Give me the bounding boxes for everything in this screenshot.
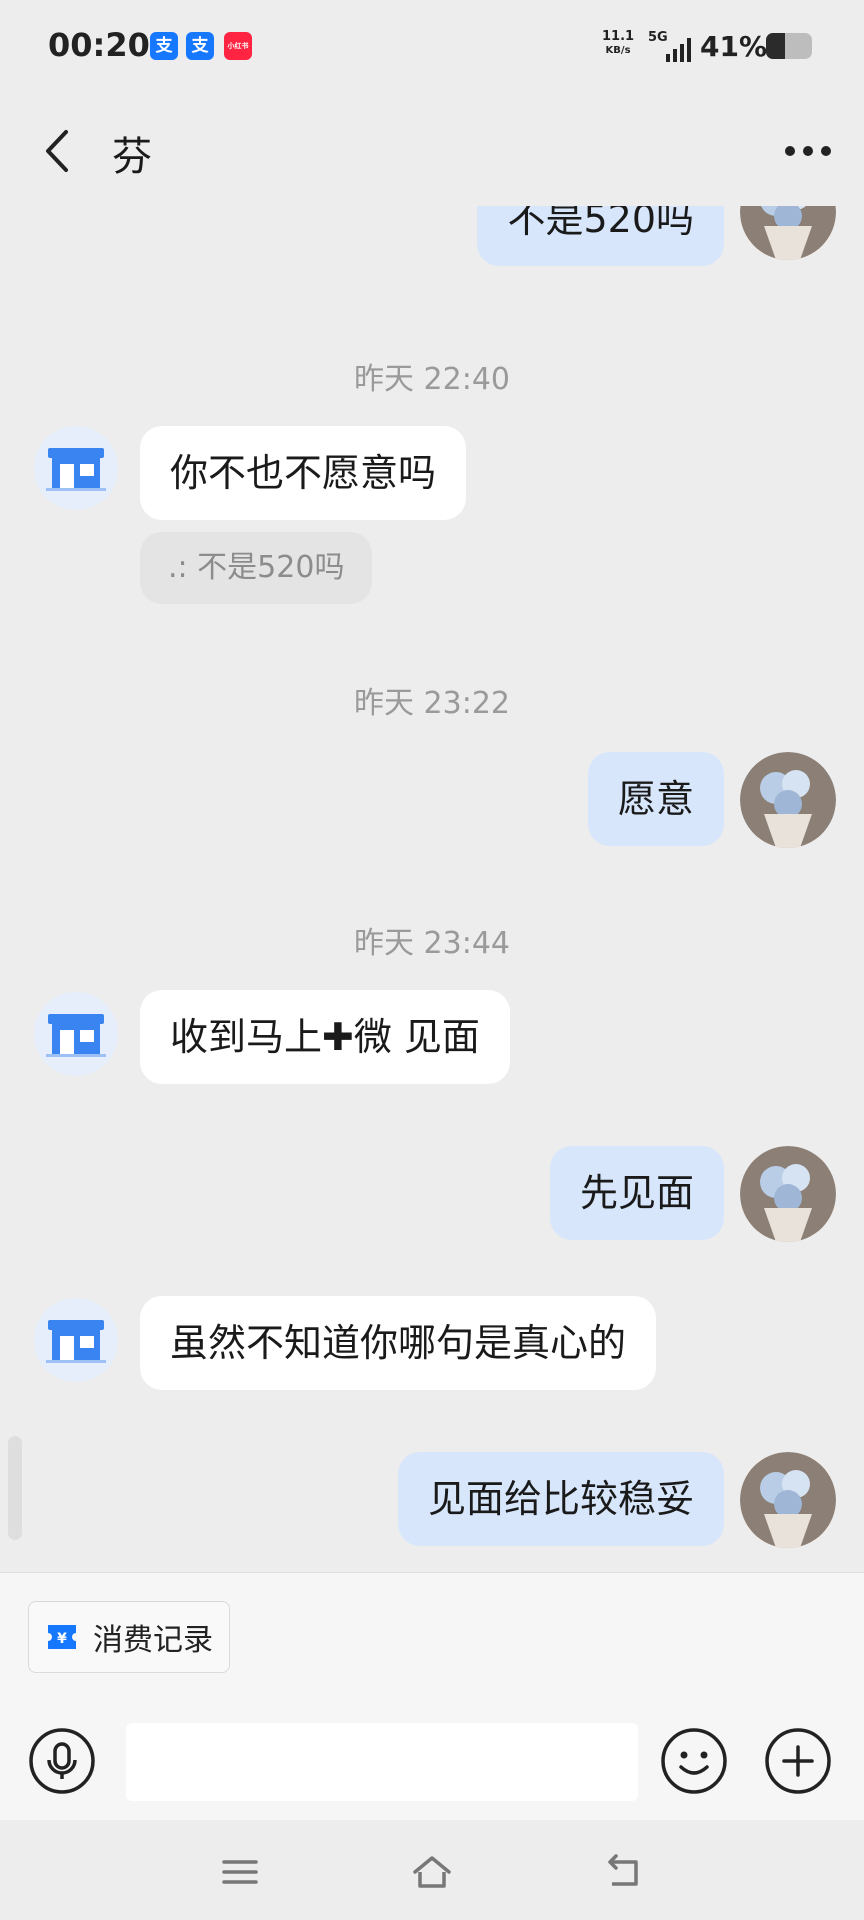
bouquet-avatar-image <box>740 752 836 848</box>
bouquet-avatar-image <box>740 206 836 260</box>
store-icon <box>46 1014 106 1057</box>
emoji-icon[interactable] <box>660 1727 728 1795</box>
store-icon <box>46 1320 106 1363</box>
battery-percent: 41% <box>700 30 768 63</box>
menu-icon[interactable] <box>218 1850 262 1894</box>
chat-header: 芬 <box>0 96 864 206</box>
xiaohongshu-icon: 小红书 <box>224 32 252 60</box>
incoming-message-bubble[interactable]: 收到马上✚微 见面 <box>140 990 510 1084</box>
consume-records-button[interactable]: ¥ 消费记录 <box>28 1601 230 1673</box>
system-nav-bar <box>0 1820 864 1920</box>
message-input[interactable] <box>126 1723 638 1801</box>
input-panel: ¥ 消费记录 <box>0 1572 864 1821</box>
signal-icon <box>666 38 691 62</box>
incoming-message-bubble[interactable]: 虽然不知道你哪句是真心的 <box>140 1296 657 1390</box>
ticket-yen-icon: ¥ <box>48 1625 76 1649</box>
bouquet-avatar-image <box>740 1452 836 1548</box>
scroll-indicator[interactable] <box>8 1436 22 1540</box>
user-avatar[interactable] <box>740 1452 836 1548</box>
store-icon <box>46 448 106 491</box>
back-arrow-icon[interactable] <box>602 1850 646 1894</box>
quoted-reply[interactable]: .: 不是520吗 <box>140 532 373 604</box>
user-avatar[interactable] <box>740 752 836 848</box>
outgoing-message-bubble[interactable]: 先见面 <box>549 1146 724 1240</box>
plus-circle-icon[interactable] <box>764 1727 832 1795</box>
consume-records-label: 消费记录 <box>93 1623 213 1658</box>
alipay-icon: 支 <box>186 32 214 60</box>
battery-level <box>766 33 785 59</box>
battery-icon <box>766 33 812 59</box>
outgoing-message-bubble[interactable]: 不是520吗 <box>477 206 724 266</box>
network-speed-value: 11.1 <box>602 29 635 44</box>
message-list[interactable]: 不是520吗 昨天 22:40 你不也不愿意吗 .: 不是520吗 昨天 23:… <box>0 206 864 1572</box>
svg-text:¥: ¥ <box>57 1631 67 1647</box>
home-icon[interactable] <box>410 1850 454 1894</box>
chevron-left-icon[interactable] <box>36 126 84 176</box>
user-avatar[interactable] <box>740 206 836 260</box>
microphone-icon[interactable] <box>28 1727 96 1795</box>
network-speed: 11.1 KB/s <box>602 30 634 58</box>
message-timestamp: 昨天 22:40 <box>354 362 510 397</box>
more-icon[interactable] <box>780 136 836 166</box>
user-avatar[interactable] <box>740 1146 836 1242</box>
incoming-message-bubble[interactable]: 你不也不愿意吗 <box>140 426 467 520</box>
outgoing-message-bubble[interactable]: 愿意 <box>587 752 724 846</box>
shop-avatar[interactable] <box>34 426 118 510</box>
status-bar: 00:20 支 支 小红书 11.1 KB/s 5G 41% <box>0 0 864 96</box>
status-time: 00:20 <box>48 26 150 64</box>
chat-title: 芬 <box>112 134 152 180</box>
bouquet-avatar-image <box>740 1146 836 1242</box>
outgoing-message-bubble[interactable]: 见面给比较稳妥 <box>397 1452 724 1546</box>
message-timestamp: 昨天 23:22 <box>354 686 510 721</box>
network-speed-unit: KB/s <box>605 45 631 56</box>
shop-avatar[interactable] <box>34 1298 118 1382</box>
message-timestamp: 昨天 23:44 <box>354 926 510 961</box>
alipay-icon: 支 <box>150 32 178 60</box>
shop-avatar[interactable] <box>34 992 118 1076</box>
